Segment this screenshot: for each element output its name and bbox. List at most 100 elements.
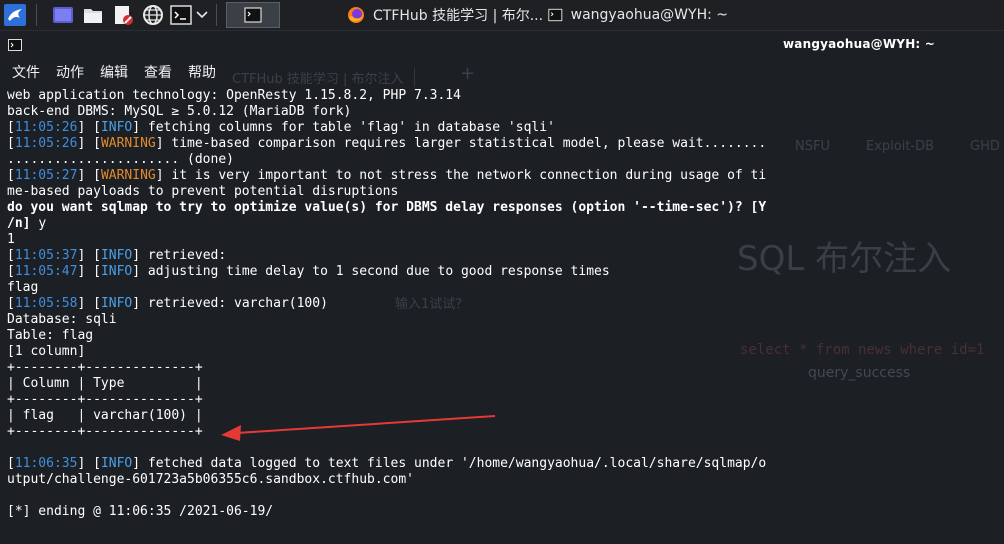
terminal-text: INFO — [100, 296, 133, 311]
menu-actions[interactable]: 动作 — [56, 62, 84, 82]
terminal-line: utput/challenge-601723a5b06355c6.sandbox… — [7, 472, 797, 488]
terminal-text: 1 — [7, 232, 15, 247]
menu-view[interactable]: 查看 — [144, 62, 172, 82]
menu-edit[interactable]: 编辑 — [100, 62, 128, 82]
terminal-text: utput/challenge-601723a5b06355c6.sandbox… — [7, 472, 414, 487]
terminal-line: [11:05:37] [INFO] retrieved: — [7, 248, 797, 264]
terminal-titlebar[interactable]: wangyaohua@WYH: ~ — [0, 31, 1004, 57]
terminal-text: ] adjusting time delay to 1 second due t… — [132, 264, 610, 279]
desktop-icon[interactable] — [52, 4, 74, 26]
terminal-line: 1 — [7, 232, 797, 248]
terminal-text: ] retrieved: — [132, 248, 227, 263]
taskbar: CTFHub 技能学习 | 布尔... wangyaohua@WYH: ~ — [0, 0, 1004, 31]
terminal-line: [11:05:26] [INFO] fetching columns for t… — [7, 120, 797, 136]
terminal-line: [11:05:58] [INFO] retrieved: varchar(100… — [7, 296, 797, 312]
annotation-arrow — [221, 415, 496, 441]
browser-globe-icon[interactable] — [142, 4, 164, 26]
task-label: CTFHub 技能学习 | 布尔... — [373, 8, 544, 24]
ghost-bookmark: Exploit-DB — [866, 139, 935, 154]
task-firefox[interactable]: CTFHub 技能学习 | 布尔... — [346, 2, 546, 28]
terminal-text: /n] — [7, 216, 39, 231]
terminal-text: 11:05:37 — [14, 248, 78, 263]
kali-menu-icon[interactable] — [4, 4, 26, 26]
taskbar-divider — [36, 4, 37, 26]
terminal-line: do you want sqlmap to try to optimize va… — [7, 200, 797, 216]
terminal-text: ] fetching columns for table 'flag' in d… — [132, 120, 555, 135]
ghost-status: query_success — [808, 365, 911, 381]
terminal-text: ] [ — [77, 264, 101, 279]
folder-icon[interactable] — [82, 4, 104, 26]
terminal-text: [ — [7, 120, 15, 135]
firefox-icon — [348, 7, 364, 23]
terminal-text: 11:06:35 — [14, 456, 78, 471]
terminal-line: [11:05:47] [INFO] adjusting time delay t… — [7, 264, 797, 280]
terminal-text: ] [ — [77, 296, 101, 311]
menu-file[interactable]: 文件 — [12, 62, 40, 82]
terminal-text: 11:05:26 — [14, 136, 78, 151]
terminal-icon — [8, 39, 22, 51]
terminal-line: Database: sqli — [7, 312, 797, 328]
terminal-menubar: 文件 动作 编辑 查看 帮助 — [0, 59, 1004, 85]
workspace-terminal-button[interactable] — [226, 2, 280, 28]
terminal-line: [*] ending @ 11:06:35 /2021-06-19/ — [7, 504, 797, 520]
terminal-text: ] [ — [77, 456, 101, 471]
text-editor-icon[interactable] — [112, 4, 134, 26]
terminal-text: web application technology: OpenResty 1.… — [7, 88, 461, 103]
terminal-text: INFO — [100, 248, 133, 263]
terminal-text: +--------+--------------+ — [7, 424, 203, 439]
terminal-text: | flag | varchar(100) | — [7, 408, 203, 423]
terminal-text: [ — [7, 456, 15, 471]
terminal-line: Table: flag — [7, 328, 797, 344]
terminal-text: [ — [7, 168, 15, 183]
ghost-bookmark: GHD — [970, 139, 1000, 154]
terminal-text: WARNING — [100, 136, 156, 151]
terminal-text: +--------+--------------+ — [7, 360, 203, 375]
terminal-icon — [244, 7, 262, 23]
terminal-text: Table: flag — [7, 328, 94, 343]
terminal-output[interactable]: web application technology: OpenResty 1.… — [7, 88, 797, 520]
terminal-line: [1 column] — [7, 344, 797, 360]
terminal-text: do you want sqlmap to try to optimize va… — [7, 200, 767, 215]
terminal-icon — [548, 8, 563, 22]
task-label: wangyaohua@WYH: ~ — [570, 7, 728, 23]
terminal-line: [11:06:35] [INFO] fetched data logged to… — [7, 456, 797, 472]
terminal-text: WARNING — [100, 168, 156, 183]
terminal-line: me-based payloads to prevent potential d… — [7, 184, 797, 200]
terminal-line: +--------+--------------+ — [7, 392, 797, 408]
terminal-line: [11:05:26] [WARNING] time-based comparis… — [7, 136, 797, 152]
terminal-text: [ — [7, 248, 15, 263]
terminal-text: ...................... (done) — [7, 152, 234, 167]
terminal-text: INFO — [100, 456, 133, 471]
terminal-text: [ — [7, 136, 15, 151]
terminal-text: [1 column] — [7, 344, 86, 359]
window-title: wangyaohua@WYH: ~ — [783, 37, 936, 51]
terminal-text: INFO — [100, 264, 133, 279]
terminal-line: /n] y — [7, 216, 797, 232]
terminal-text: ] fetched data logged to text files unde… — [132, 456, 767, 471]
terminal-line: ...................... (done) — [7, 152, 797, 168]
terminal-window[interactable]: wangyaohua@WYH: ~ CTFHub 技能学习 | 布尔注入 + N… — [0, 31, 1004, 544]
terminal-text: 11:05:26 — [14, 120, 78, 135]
terminal-line: [11:05:27] [WARNING] it is very importan… — [7, 168, 797, 184]
ghost-bookmark: NSFU — [795, 139, 830, 154]
terminal-text: ] [ — [77, 120, 101, 135]
task-terminal[interactable]: wangyaohua@WYH: ~ — [548, 2, 728, 28]
terminal-line: back-end DBMS: MySQL ≥ 5.0.12 (MariaDB f… — [7, 104, 797, 120]
terminal-text: ] it is very important to not stress the… — [155, 168, 767, 183]
terminal-text: me-based payloads to prevent potential d… — [7, 184, 399, 199]
terminal-icon[interactable] — [170, 4, 192, 26]
terminal-text: +--------+--------------+ — [7, 392, 203, 407]
terminal-text: flag — [7, 280, 39, 295]
terminal-text: back-end DBMS: MySQL ≥ 5.0.12 (MariaDB f… — [7, 104, 352, 119]
menu-help[interactable]: 帮助 — [188, 62, 216, 82]
terminal-text: ] [ — [77, 136, 101, 151]
terminal-text: ] [ — [77, 248, 101, 263]
chevron-down-icon[interactable] — [196, 10, 208, 20]
terminal-text: ] retrieved: varchar(100) — [132, 296, 328, 311]
terminal-text: INFO — [100, 120, 133, 135]
terminal-text: [ — [7, 296, 15, 311]
terminal-line: flag — [7, 280, 797, 296]
terminal-text: | Column | Type | — [7, 376, 203, 391]
terminal-text: 11:05:47 — [14, 264, 78, 279]
